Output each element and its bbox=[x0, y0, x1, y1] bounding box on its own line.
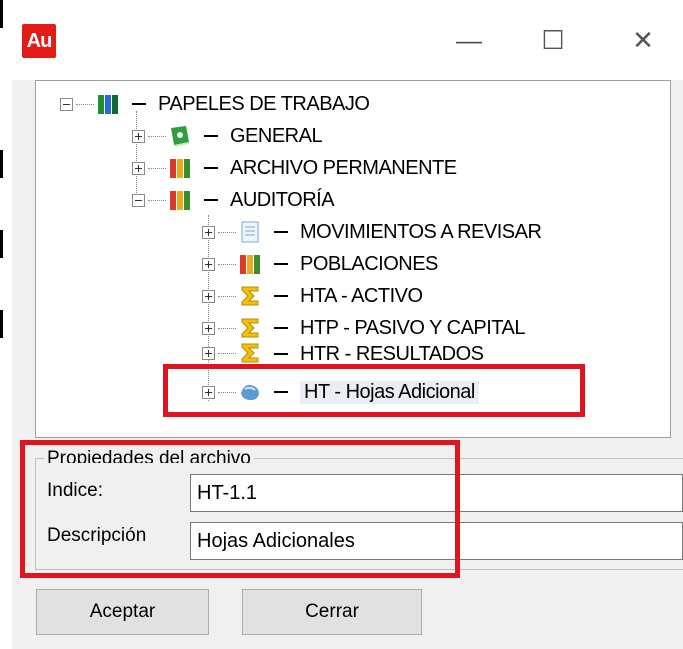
separator-dash bbox=[204, 167, 218, 169]
tree-node-label: MOVIMIENTOS A REVISAR bbox=[300, 220, 542, 243]
tree-node-htp-pasivo-y-capital[interactable]: HTP - PASIVO Y CAPITAL bbox=[202, 313, 526, 343]
tree-node-general[interactable]: GENERAL bbox=[132, 121, 323, 151]
close-dialog-button[interactable]: Cerrar bbox=[242, 589, 422, 635]
expand-toggle[interactable] bbox=[202, 347, 215, 360]
separator-dash bbox=[204, 135, 218, 137]
expand-toggle[interactable] bbox=[202, 257, 215, 271]
books-icon bbox=[168, 156, 192, 180]
tree-node-movimientos-a-revisar[interactable]: MOVIMIENTOS A REVISAR bbox=[202, 217, 542, 247]
left-window-edge bbox=[0, 0, 12, 649]
separator-dash bbox=[274, 327, 288, 329]
tree-connector bbox=[148, 135, 166, 137]
tree-node-papeles-de-trabajo[interactable]: PAPELES DE TRABAJO bbox=[60, 89, 370, 119]
books-icon bbox=[96, 92, 120, 116]
separator-dash bbox=[274, 263, 288, 265]
tree-node-label: HTA - ACTIVO bbox=[300, 284, 423, 307]
expand-toggle[interactable] bbox=[202, 321, 215, 335]
tree-node-label: AUDITORÍA bbox=[230, 188, 335, 211]
sigma-icon bbox=[238, 341, 262, 363]
expand-toggle[interactable] bbox=[132, 161, 145, 175]
sigma-icon bbox=[238, 316, 262, 340]
tree-connector bbox=[148, 199, 166, 201]
tree-connector bbox=[76, 103, 94, 105]
tree-connector bbox=[218, 353, 236, 354]
expand-toggle[interactable] bbox=[202, 289, 215, 303]
highlight-box-properties bbox=[20, 440, 460, 578]
green-book-icon bbox=[168, 124, 192, 148]
tree-node-auditoria[interactable]: AUDITORÍA bbox=[132, 185, 335, 215]
tree-connector bbox=[218, 327, 236, 329]
separator-dash bbox=[274, 353, 288, 355]
sigma-icon bbox=[238, 284, 262, 308]
tree-node-poblaciones[interactable]: POBLACIONES bbox=[202, 249, 438, 279]
separator-dash bbox=[132, 103, 146, 105]
app-icon: Au bbox=[22, 24, 56, 58]
tree-connector bbox=[148, 167, 166, 169]
edge-mark bbox=[0, 150, 3, 178]
separator-dash bbox=[274, 295, 288, 297]
tree-node-label: GENERAL bbox=[230, 124, 323, 147]
tree-node-htr-resultados[interactable]: HTR - RESULTADOS bbox=[202, 341, 484, 363]
tree-connector bbox=[218, 263, 236, 265]
tree-node-label: PAPELES DE TRABAJO bbox=[158, 92, 370, 115]
document-icon bbox=[238, 220, 262, 244]
tree-node-archivo-permanente[interactable]: ARCHIVO PERMANENTE bbox=[132, 153, 457, 183]
maximize-button[interactable]: ☐ bbox=[530, 20, 576, 60]
books-icon bbox=[168, 188, 192, 212]
tree-node-label: POBLACIONES bbox=[300, 252, 438, 275]
collapse-toggle[interactable] bbox=[60, 97, 73, 111]
tree-connector bbox=[218, 295, 236, 297]
close-button[interactable]: ✕ bbox=[620, 20, 666, 60]
collapse-toggle[interactable] bbox=[132, 193, 145, 207]
highlight-box-tree bbox=[163, 364, 585, 417]
edge-mark bbox=[0, 310, 3, 338]
accept-button[interactable]: Aceptar bbox=[36, 589, 209, 635]
books-icon bbox=[238, 252, 262, 276]
tree-connector bbox=[218, 231, 236, 233]
edge-mark bbox=[0, 0, 3, 28]
tree-node-label: HTR - RESULTADOS bbox=[300, 343, 484, 363]
edge-mark bbox=[0, 230, 3, 258]
separator-dash bbox=[204, 199, 218, 201]
separator-dash bbox=[274, 231, 288, 233]
title-bar[interactable] bbox=[12, 0, 683, 80]
expand-toggle[interactable] bbox=[202, 225, 215, 239]
minimize-button[interactable]: — bbox=[446, 20, 492, 60]
tree-node-hta-activo[interactable]: HTA - ACTIVO bbox=[202, 281, 423, 311]
expand-toggle[interactable] bbox=[132, 129, 145, 143]
tree-node-label: HTP - PASIVO Y CAPITAL bbox=[300, 316, 526, 339]
tree-node-label: ARCHIVO PERMANENTE bbox=[230, 156, 457, 179]
